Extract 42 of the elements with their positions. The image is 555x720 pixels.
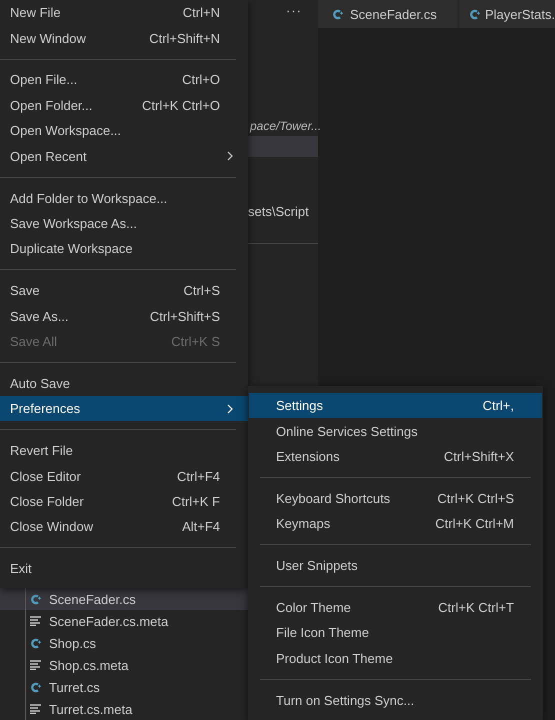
- menu-item[interactable]: Auto Save: [0, 370, 248, 396]
- menu-item[interactable]: Close Editor Ctrl+F4: [0, 463, 248, 489]
- folder-path: sets\Script: [248, 204, 309, 219]
- editor-tab[interactable]: SceneFader.cs: [318, 0, 459, 28]
- menu-item[interactable]: Save As... Ctrl+Shift+S: [0, 303, 248, 329]
- menu-item[interactable]: Close Folder Ctrl+K F: [0, 488, 248, 514]
- chevron-right-icon: [226, 404, 234, 414]
- menu-item[interactable]: Online Services Settings: [249, 418, 542, 444]
- menu-item[interactable]: Close Window Alt+F4: [0, 514, 248, 540]
- menu-item[interactable]: New Window Ctrl+Shift+N: [0, 25, 248, 51]
- menu-item[interactable]: Open Workspace...: [0, 118, 248, 144]
- text-lines-icon: [30, 616, 41, 626]
- menu-item[interactable]: User Snippets: [249, 552, 542, 578]
- chevron-right-icon: [226, 151, 234, 162]
- menu-item[interactable]: Exit: [0, 556, 248, 582]
- menu-item[interactable]: Duplicate Workspace: [0, 236, 248, 262]
- text-lines-icon: [30, 704, 41, 714]
- menu-item[interactable]: Save Ctrl+S: [0, 278, 248, 304]
- more-actions-button[interactable]: ···: [286, 2, 302, 18]
- menu-item[interactable]: Open Recent: [0, 143, 248, 169]
- menu-item[interactable]: Product Icon Theme: [249, 646, 542, 672]
- menu-item[interactable]: Keyboard Shortcuts Ctrl+K Ctrl+S: [249, 486, 542, 512]
- workspace-path: pace/Tower...: [250, 119, 322, 134]
- text-lines-icon: [30, 660, 41, 670]
- menu-item[interactable]: File Icon Theme: [249, 620, 542, 646]
- menu-item[interactable]: Open File... Ctrl+O: [0, 67, 248, 93]
- menu-item[interactable]: Open Folder... Ctrl+K Ctrl+O: [0, 92, 248, 118]
- menu-item[interactable]: Settings Ctrl+,: [249, 393, 542, 418]
- csharp-file-icon: [469, 8, 480, 20]
- menu-item[interactable]: Turn on Settings Sync...: [249, 688, 542, 713]
- editor-tab[interactable]: PlayerStats.: [459, 0, 555, 28]
- csharp-file-icon: [30, 638, 41, 648]
- csharp-file-icon: [30, 682, 41, 692]
- csharp-file-icon: [30, 594, 41, 604]
- csharp-file-icon: [332, 8, 343, 20]
- menu-item[interactable]: Extensions Ctrl+Shift+X: [249, 444, 542, 470]
- menu-item[interactable]: New File Ctrl+N: [0, 0, 248, 26]
- menu-item[interactable]: Keymaps Ctrl+K Ctrl+M: [249, 511, 542, 536]
- menu-item[interactable]: Preferences: [0, 396, 248, 422]
- menu-item[interactable]: Add Folder to Workspace...: [0, 185, 248, 211]
- menu-item[interactable]: Save Workspace As...: [0, 210, 248, 236]
- menu-item[interactable]: Revert File: [0, 438, 248, 464]
